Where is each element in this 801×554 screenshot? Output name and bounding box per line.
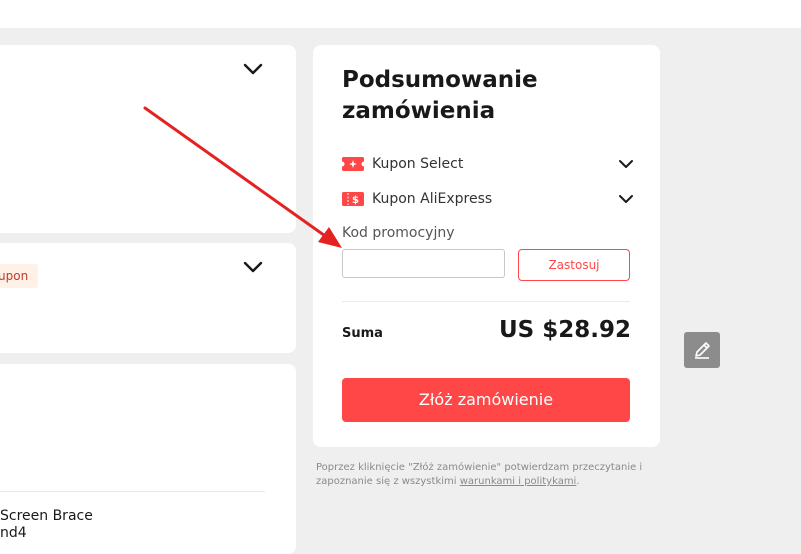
pencil-icon [695,342,710,359]
place-order-button[interactable]: Złóż zamówienie [342,378,630,422]
coupon-label: Kupon AliExpress [372,191,493,207]
total-label: Suma [342,326,383,341]
svg-text:$: $ [352,195,359,206]
coupon-select-row[interactable]: Kupon Select [342,153,634,175]
apply-button[interactable]: Zastosuj [518,249,630,281]
divider [0,491,265,492]
chevron-down-icon[interactable] [618,156,634,172]
promo-code-input[interactable] [342,249,505,278]
shipping-card [0,45,296,233]
promo-code-label: Kod promocyjny [342,225,455,241]
top-bar [0,0,801,28]
aliexpress-coupon-icon: $ [342,192,364,206]
chevron-down-icon[interactable] [242,60,264,82]
chevron-down-icon[interactable] [242,258,264,280]
edit-button[interactable] [684,332,720,368]
coupon-aliexpress-row[interactable]: $ Kupon AliExpress [342,188,634,210]
chevron-down-icon[interactable] [618,191,634,207]
divider [342,301,630,302]
legal-notice: Poprzez kliknięcie "Złóż zamówienie" pot… [316,462,643,487]
coupon-tag: upon [0,264,39,288]
coupon-label: Kupon Select [372,156,464,172]
terms-link[interactable]: warunkami i politykami [460,476,577,487]
order-summary-card: Podsumowanie zamówienia Kupon Select $ K… [313,45,660,447]
select-coupon-icon [342,157,364,171]
product-name[interactable]: Screen Brace nd4 [0,508,93,542]
page-title: Podsumowanie zamówienia [342,67,538,124]
coupon-card [0,243,296,353]
total-value: US $28.92 [498,317,631,343]
